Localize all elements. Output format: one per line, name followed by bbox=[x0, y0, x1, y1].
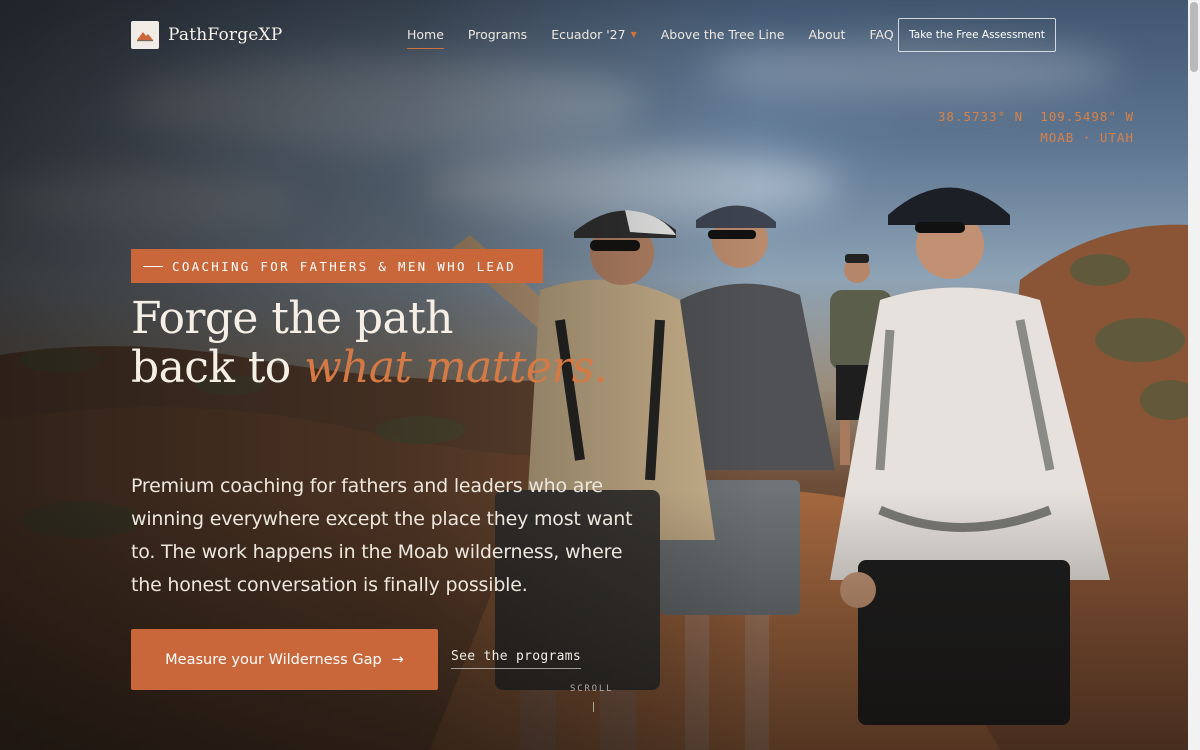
headline-line-1: Forge the path bbox=[131, 293, 454, 344]
brand-logo-link[interactable]: PathForgeXP bbox=[131, 21, 283, 49]
scroll-indicator-line bbox=[593, 702, 594, 712]
nav-link-ecuador[interactable]: Ecuador '27 ▼ bbox=[551, 27, 637, 42]
headline-line-2: back to bbox=[131, 342, 305, 393]
headline-accent: what matters. bbox=[304, 342, 608, 393]
eyebrow-text: COACHING FOR FATHERS & MEN WHO LEAD bbox=[172, 258, 516, 274]
mountain-logo-icon bbox=[131, 21, 159, 49]
brand-name: PathForgeXP bbox=[168, 25, 283, 45]
scroll-indicator-label: SCROLL bbox=[570, 684, 614, 694]
page-scrollbar[interactable] bbox=[1188, 0, 1200, 750]
scrollbar-thumb[interactable] bbox=[1190, 2, 1198, 72]
nav-link-above-tree-line[interactable]: Above the Tree Line bbox=[661, 27, 785, 42]
hero-lede: Premium coaching for fathers and leaders… bbox=[131, 475, 633, 596]
arrow-right-icon: → bbox=[391, 651, 404, 668]
coordinates-place: MOAB · UTAH bbox=[1040, 130, 1134, 145]
location-coordinates: 38.5733° N 109.5498° W MOAB · UTAH bbox=[938, 106, 1134, 148]
nav-link-ecuador-label: Ecuador '27 bbox=[551, 27, 626, 42]
primary-cta-label: Measure your Wilderness Gap bbox=[165, 651, 382, 668]
measure-wilderness-gap-button[interactable]: Measure your Wilderness Gap → bbox=[131, 629, 438, 690]
chevron-down-icon: ▼ bbox=[630, 30, 637, 39]
primary-nav: Home Programs Ecuador '27 ▼ Above the Tre… bbox=[407, 27, 894, 49]
hero-headline: Forge the path back to what matters. bbox=[131, 294, 651, 392]
eyebrow-dash bbox=[143, 265, 163, 267]
nav-link-home[interactable]: Home bbox=[407, 27, 444, 49]
top-navigation: PathForgeXP Home Programs Ecuador '27 ▼ A… bbox=[0, 0, 1188, 70]
coordinates-latlong: 38.5733° N 109.5498° W bbox=[937, 109, 1134, 124]
nav-link-about[interactable]: About bbox=[808, 27, 845, 42]
free-assessment-button[interactable]: Take the Free Assessment bbox=[898, 18, 1056, 52]
see-programs-link[interactable]: See the programs bbox=[451, 649, 582, 669]
nav-link-programs[interactable]: Programs bbox=[468, 27, 527, 42]
nav-link-faq[interactable]: FAQ bbox=[869, 27, 893, 42]
hero-eyebrow: COACHING FOR FATHERS & MEN WHO LEAD bbox=[131, 249, 543, 283]
